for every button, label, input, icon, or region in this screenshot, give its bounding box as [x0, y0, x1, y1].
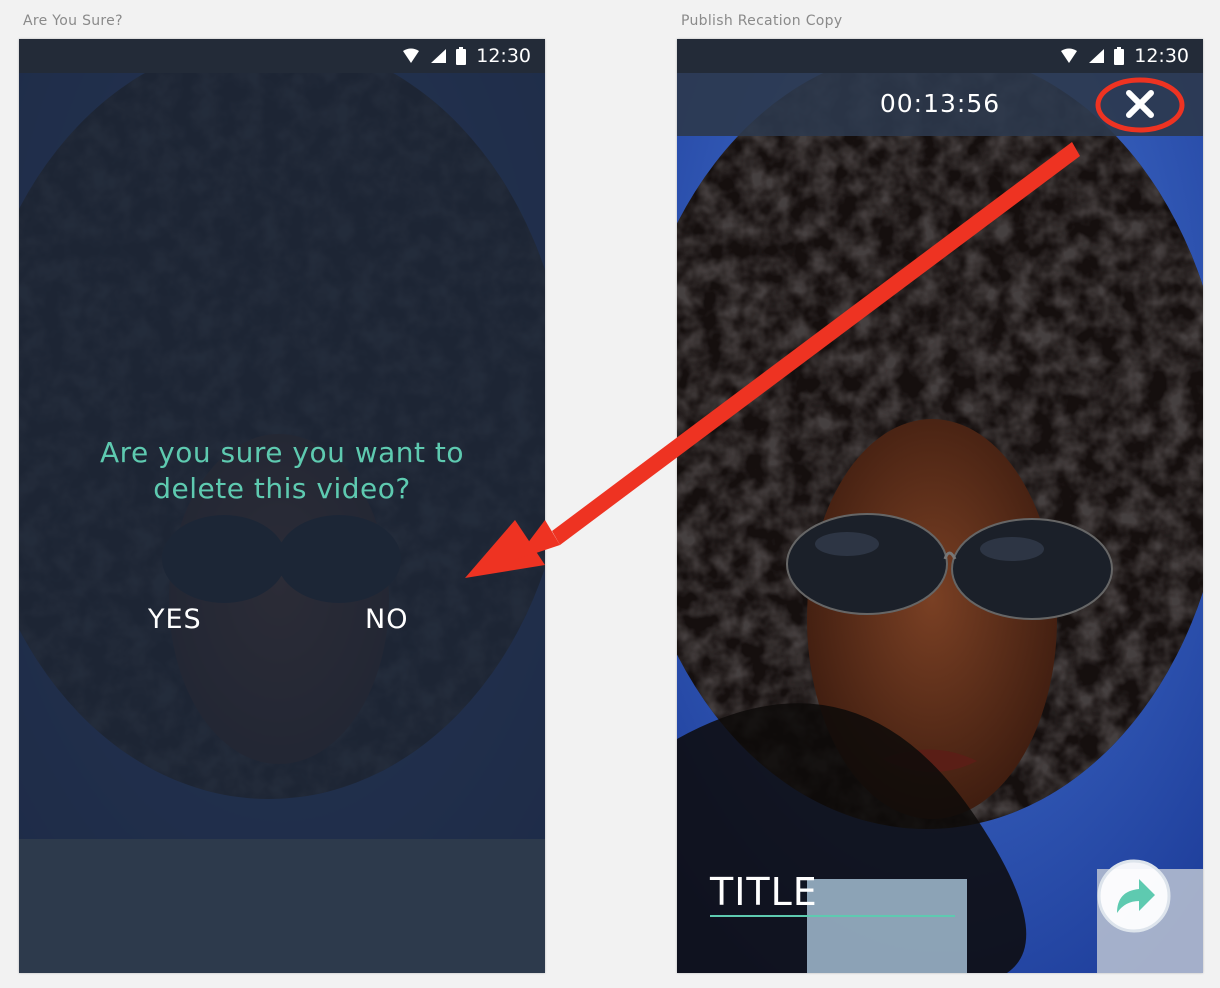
share-arrow-icon — [1097, 859, 1171, 933]
status-bar: 12:30 — [19, 39, 545, 73]
wifi-icon — [403, 48, 420, 63]
delete-question: Are you sure you want to delete this vid… — [19, 435, 545, 507]
share-button[interactable] — [1095, 857, 1173, 935]
video-top-bar: 00:13:56 — [677, 73, 1203, 136]
close-button[interactable] — [1095, 77, 1187, 135]
signal-icon — [1089, 49, 1105, 63]
battery-icon — [456, 47, 467, 65]
title-input[interactable]: TITLE — [710, 869, 955, 917]
yes-button[interactable]: YES — [148, 604, 202, 635]
status-time: 12:30 — [476, 45, 531, 67]
no-button[interactable]: NO — [365, 604, 408, 635]
publish-reaction-screen: 12:30 00:13:56 TITLE — [677, 39, 1203, 973]
wifi-icon — [1061, 48, 1078, 63]
status-time: 12:30 — [1134, 45, 1189, 67]
video-preview — [677, 39, 1203, 973]
battery-icon — [1114, 47, 1125, 65]
delete-question-line1: Are you sure you want to — [99, 436, 465, 469]
signal-icon — [431, 49, 447, 63]
artboard-label-publish: Publish Recation Copy — [681, 13, 843, 29]
delete-confirmation-screen: 12:30 Are you sure you want to delete th… — [19, 39, 545, 973]
close-icon — [1095, 77, 1185, 133]
status-bar: 12:30 — [677, 39, 1203, 73]
title-placeholder: TITLE — [710, 870, 818, 914]
delete-question-line2: delete this video? — [153, 472, 411, 505]
artboard-label-are-you-sure: Are You Sure? — [23, 13, 123, 29]
